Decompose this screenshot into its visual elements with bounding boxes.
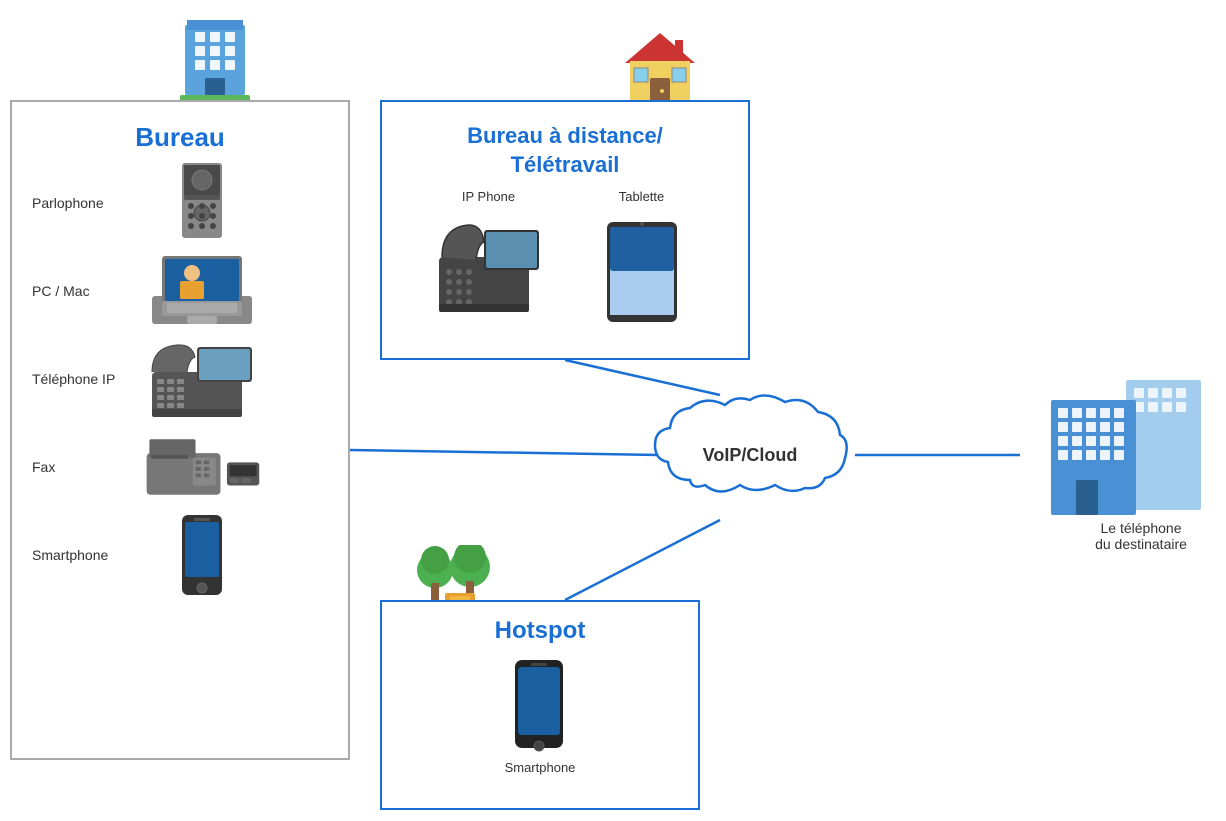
smartphone-label: Smartphone (32, 547, 142, 563)
telephoneip-label: Téléphone IP (32, 371, 142, 387)
hotspot-item-smartphone: Smartphone (505, 655, 576, 775)
tablette-label: Tablette (619, 189, 665, 204)
ipphone-icon (429, 212, 549, 332)
remote-item-tablette: Tablette (582, 189, 702, 332)
hotspot-smartphone-label: Smartphone (505, 760, 576, 775)
destination-building-svg (1046, 370, 1206, 515)
house-icon (620, 28, 700, 108)
fax-icon (142, 427, 262, 507)
hotspot-panel: Hotspot Smartphone (380, 600, 700, 810)
bureau-item-smartphone: Smartphone (32, 515, 328, 595)
parlophone-icon (142, 163, 262, 243)
telephoneip-icon (142, 339, 262, 419)
bureau-title: Bureau (12, 122, 348, 153)
hotspot-title: Hotspot (382, 617, 698, 645)
ipphone-label: IP Phone (462, 189, 515, 204)
fax-label: Fax (32, 459, 142, 475)
tablette-icon (582, 212, 702, 332)
bureau-item-fax: Fax (32, 427, 328, 507)
hotspot-smartphone-icon (507, 655, 572, 755)
voip-cloud-label: VoIP/Cloud (703, 445, 798, 466)
voip-cloud: VoIP/Cloud (650, 390, 850, 520)
destination-building (1046, 370, 1206, 530)
remote-title: Bureau à distance/ Télétravail (382, 122, 748, 179)
bureau-item-pcmac: PC / Mac (32, 251, 328, 331)
destination-label: Le téléphonedu destinataire (1076, 520, 1206, 552)
remote-item-ipphone: IP Phone (429, 189, 549, 332)
remote-panel: Bureau à distance/ Télétravail IP Phone (380, 100, 750, 360)
destination-text: Le téléphonedu destinataire (1095, 520, 1187, 552)
bureau-item-telephoneip: Téléphone IP (32, 339, 328, 419)
pcmac-icon (142, 251, 262, 331)
bureau-building-icon (165, 10, 265, 105)
parlophone-label: Parlophone (32, 195, 142, 211)
pcmac-label: PC / Mac (32, 283, 142, 299)
bureau-panel: Bureau Parlophone PC / (10, 100, 350, 760)
bureau-item-parlophone: Parlophone (32, 163, 328, 243)
smartphone-icon (142, 515, 262, 595)
